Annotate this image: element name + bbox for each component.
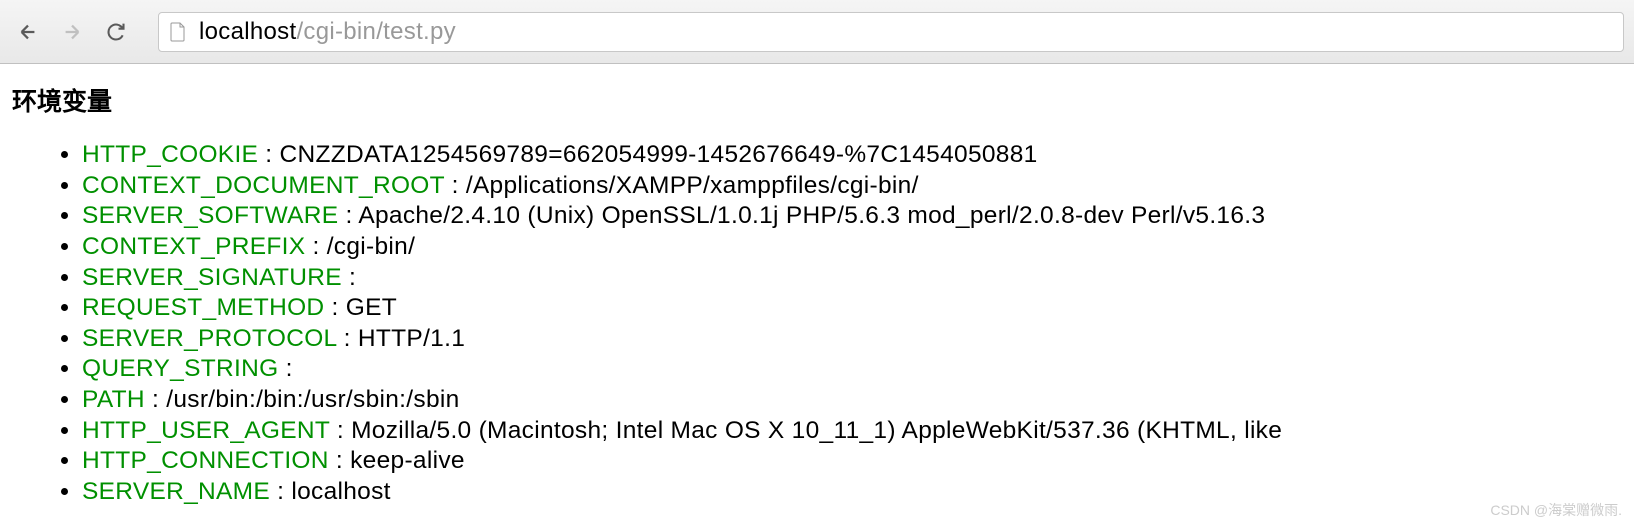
env-key: SERVER_SOFTWARE [82,202,338,229]
env-separator: : [337,325,358,352]
page-content: 环境变量 HTTP_COOKIE : CNZZDATA1254569789=66… [0,64,1634,508]
address-bar[interactable]: localhost/cgi-bin/test.py [158,12,1624,52]
env-separator: : [278,355,292,382]
env-var-item: SERVER_PROTOCOL : HTTP/1.1 [82,324,1622,355]
env-key: HTTP_CONNECTION [82,447,329,474]
env-separator: : [338,202,358,229]
env-separator: : [329,447,350,474]
env-var-item: QUERY_STRING : [82,354,1622,385]
env-value: CNZZDATA1254569789=662054999-1452676649-… [280,141,1038,168]
env-key: CONTEXT_PREFIX [82,233,305,260]
env-value: /usr/bin:/bin:/usr/sbin:/sbin [166,386,459,413]
back-button[interactable] [10,14,46,50]
env-var-item: HTTP_COOKIE : CNZZDATA1254569789=6620549… [82,140,1622,171]
env-key: SERVER_PROTOCOL [82,325,337,352]
env-value: GET [346,294,397,321]
env-key: HTTP_COOKIE [82,141,258,168]
env-var-item: SERVER_SOFTWARE : Apache/2.4.10 (Unix) O… [82,201,1622,232]
env-separator: : [305,233,326,260]
forward-button[interactable] [54,14,90,50]
env-var-item: SERVER_SIGNATURE : [82,263,1622,294]
env-separator: : [324,294,345,321]
env-value: HTTP/1.1 [358,325,465,352]
env-separator: : [342,264,356,291]
env-value: Mozilla/5.0 (Macintosh; Intel Mac OS X 1… [351,417,1282,444]
env-var-item: HTTP_USER_AGENT : Mozilla/5.0 (Macintosh… [82,416,1622,447]
env-key: QUERY_STRING [82,355,278,382]
env-key: CONTEXT_DOCUMENT_ROOT [82,172,444,199]
env-separator: : [145,386,166,413]
env-value: /cgi-bin/ [327,233,416,260]
url-domain: localhost [199,18,296,45]
watermark: CSDN @海棠赠微雨. [1490,500,1622,520]
env-value: /Applications/XAMPP/xamppfiles/cgi-bin/ [466,172,919,199]
env-key: SERVER_SIGNATURE [82,264,342,291]
env-value: keep-alive [350,447,465,474]
env-var-item: CONTEXT_PREFIX : /cgi-bin/ [82,232,1622,263]
env-key: SERVER_NAME [82,478,270,505]
reload-button[interactable] [98,14,134,50]
browser-toolbar: localhost/cgi-bin/test.py [0,0,1634,64]
env-separator: : [270,478,291,505]
env-key: HTTP_USER_AGENT [82,417,330,444]
env-var-list: HTTP_COOKIE : CNZZDATA1254569789=6620549… [12,140,1622,508]
env-var-item: SERVER_NAME : localhost [82,477,1622,508]
env-var-item: HTTP_CONNECTION : keep-alive [82,446,1622,477]
url-path: /cgi-bin/test.py [296,18,456,45]
env-key: PATH [82,386,145,413]
env-key: REQUEST_METHOD [82,294,324,321]
env-var-item: CONTEXT_DOCUMENT_ROOT : /Applications/XA… [82,171,1622,202]
env-separator: : [330,417,351,444]
nav-buttons [10,14,134,50]
page-title: 环境变量 [12,82,1622,118]
env-value: Apache/2.4.10 (Unix) OpenSSL/1.0.1j PHP/… [358,202,1265,229]
page-icon [169,21,187,43]
env-separator: : [258,141,279,168]
env-var-item: PATH : /usr/bin:/bin:/usr/sbin:/sbin [82,385,1622,416]
env-separator: : [444,172,465,199]
env-var-item: REQUEST_METHOD : GET [82,293,1622,324]
env-value: localhost [291,478,390,505]
url-text: localhost/cgi-bin/test.py [199,18,456,46]
